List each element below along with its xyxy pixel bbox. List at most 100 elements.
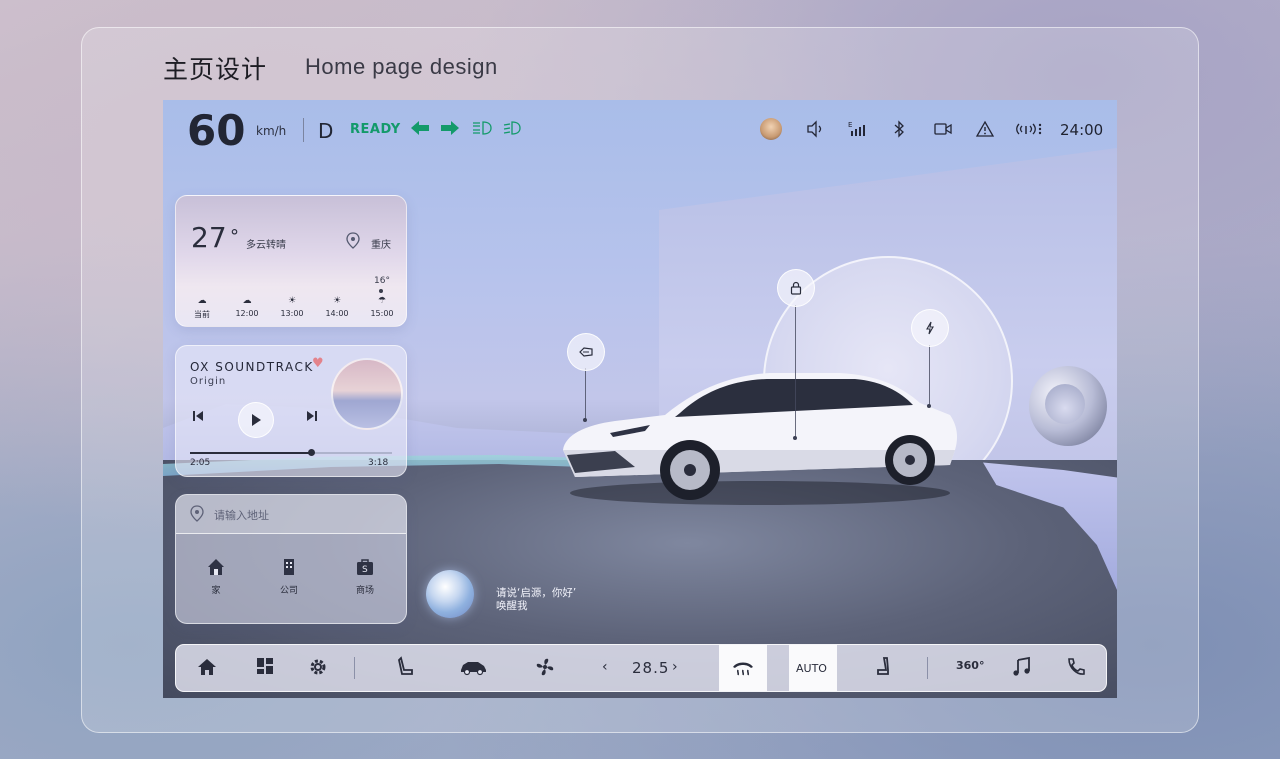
destination-label: 商场 [355, 586, 374, 596]
divider [927, 657, 928, 679]
seat-icon[interactable] [396, 656, 416, 678]
heart-icon[interactable]: ♥ [312, 356, 324, 371]
previous-track-button[interactable] [192, 410, 204, 422]
egg-chair-image [1029, 366, 1107, 446]
car-image[interactable] [555, 355, 965, 505]
temperature-increase-button[interactable]: › [672, 659, 678, 675]
weather-card[interactable]: 27 ° 多云转晴 重庆 16° ☁ 当前 ☁ 12:00 ☀ 13:00 ☀ … [175, 195, 407, 327]
hotspot-icon[interactable] [1014, 120, 1042, 138]
warning-icon [975, 120, 995, 137]
address-placeholder: 请输入地址 [214, 509, 269, 522]
track-title: OX SOUNDTRACK [190, 360, 314, 374]
forecast-time: 当前 [194, 310, 210, 319]
hotspot-line [929, 345, 930, 405]
headlight-hotspot-button[interactable] [567, 333, 605, 371]
weather-degree: ° [230, 226, 239, 247]
cloudy-icon: ☁ [197, 296, 207, 306]
cloudy-icon: ☁ [242, 296, 252, 306]
fan-icon[interactable] [534, 656, 556, 678]
apps-icon[interactable] [255, 656, 275, 676]
svg-text:S: S [362, 565, 368, 575]
hotspot-dot [583, 418, 587, 422]
hotspot-dot [793, 436, 797, 440]
current-time: 2:05 [190, 458, 211, 468]
camera-360-icon: 360° [956, 659, 985, 672]
phone-icon[interactable] [1065, 656, 1085, 678]
forecast-time: 14:00 [325, 309, 349, 318]
destination-home-button[interactable]: 家 [191, 557, 241, 596]
settings-icon[interactable] [307, 656, 329, 678]
home-icon [208, 559, 224, 575]
svg-text:E: E [848, 121, 852, 129]
forecast-slot: ☀ 13:00 [275, 296, 309, 318]
voice-hint-line2: 唤醒我 [496, 600, 528, 612]
page-subtitle: Home page design [305, 54, 498, 79]
divider [303, 118, 304, 142]
location-pin-icon [190, 505, 204, 522]
music-icon[interactable] [1011, 656, 1031, 678]
gear-indicator: D [318, 119, 334, 143]
lightning-icon [926, 321, 934, 335]
forecast-slot: ☁ 当前 [185, 296, 219, 320]
track-artist: Origin [190, 376, 227, 387]
progress-fill [190, 452, 312, 454]
forecast-slot: ☀ 14:00 [320, 296, 354, 318]
status-bar: 60 km/h D READY E 24:00 [163, 100, 1117, 160]
forecast-slot: ☂ 15:00 [365, 296, 399, 318]
camera-icon[interactable] [933, 120, 953, 138]
left-turn-signal-icon [411, 121, 429, 135]
auto-label: AUTO [796, 662, 827, 675]
hotspot-line [795, 305, 796, 437]
destination-office-button[interactable]: 公司 [264, 557, 314, 596]
ready-indicator: READY [350, 122, 401, 137]
sun-icon: ☀ [287, 296, 297, 306]
signal-icon: E [848, 121, 865, 136]
temperature-decrease-button[interactable]: ‹ [602, 659, 608, 675]
building-icon [284, 559, 294, 575]
music-card[interactable]: OX SOUNDTRACK ♥ Origin 2:05 3:18 [175, 345, 407, 477]
album-art [331, 358, 403, 430]
bottom-dock: ‹ 28.5 › AUTO 360° [175, 644, 1107, 692]
address-search-input[interactable]: 请输入地址 [176, 495, 406, 534]
high-beam-icon [473, 121, 492, 135]
divider [354, 657, 355, 679]
low-beam-icon [503, 121, 521, 135]
weather-description: 多云转晴 [246, 240, 286, 251]
weather-temperature: 27 [191, 221, 227, 254]
speed-unit: km/h [256, 124, 287, 138]
volume-icon[interactable] [806, 120, 824, 138]
charging-hotspot-button[interactable] [911, 309, 949, 347]
door-lock-hotspot-button[interactable] [777, 269, 815, 307]
speed-value: 60 [187, 106, 246, 155]
defrost-button[interactable] [719, 645, 767, 691]
progress-knob[interactable] [308, 449, 316, 456]
right-turn-signal-icon [441, 121, 459, 135]
temperature-value: 28.5 [632, 659, 670, 677]
progress-track[interactable] [190, 449, 392, 456]
forecast-time: 13:00 [280, 309, 304, 318]
seat-heat-icon[interactable] [873, 656, 893, 678]
headlight-icon [579, 347, 593, 357]
play-button[interactable] [238, 402, 274, 438]
page-title: 主页设计 [163, 55, 268, 84]
voice-hint-line1: 请说‘启源，你好’ [496, 587, 577, 599]
navigation-card: 请输入地址 家 公司 S 商场 [175, 494, 407, 624]
car-icon[interactable] [458, 656, 488, 678]
voice-hint: 请说‘启源，你好’ 唤醒我 [496, 587, 576, 613]
forecast-time: 12:00 [235, 309, 259, 318]
camera-360-button[interactable]: 360° [956, 659, 984, 672]
avatar[interactable] [760, 118, 782, 140]
weather-location: 重庆 [371, 240, 391, 251]
location-pin-icon [346, 232, 360, 249]
bluetooth-icon[interactable] [892, 120, 906, 138]
forecast-time: 15:00 [370, 309, 394, 318]
home-icon[interactable] [196, 656, 218, 678]
voice-assistant-orb[interactable] [426, 570, 474, 618]
clock: 24:00 [1060, 121, 1104, 139]
destination-mall-button[interactable]: S 商场 [340, 557, 390, 596]
track-duration: 3:18 [368, 458, 389, 468]
destination-label: 公司 [279, 586, 298, 596]
hotspot-dot [927, 404, 931, 408]
next-track-button[interactable] [306, 410, 318, 422]
play-icon [252, 414, 261, 426]
